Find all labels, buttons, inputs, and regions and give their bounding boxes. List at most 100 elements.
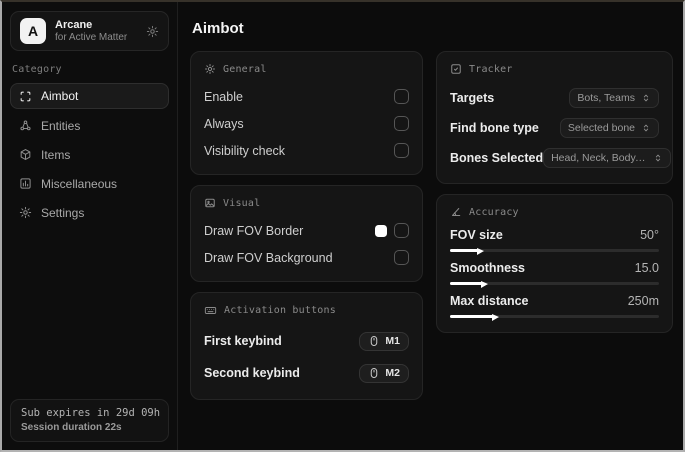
mouse-icon: [368, 335, 380, 347]
max-distance-slider[interactable]: [450, 314, 659, 321]
sidebar-item-label: Settings: [41, 205, 85, 220]
session-duration-text: Session duration 22s: [21, 422, 122, 433]
general-card: General Enable Always Visibility check: [190, 51, 423, 175]
image-icon: [204, 197, 216, 209]
app-name: Arcane: [55, 18, 93, 31]
setting-row-draw-fov-background: Draw FOV Background: [204, 246, 409, 269]
app-window: A Arcane for Active Matter Category Aimb…: [0, 0, 685, 452]
tracker-card: Tracker Targets Bots, Teams Find bone ty…: [436, 51, 673, 184]
setting-row-second-keybind: Second keybind M2: [204, 359, 409, 387]
slider-fill: [450, 248, 485, 255]
sidebar-item-entities[interactable]: Entities: [10, 113, 169, 138]
draw-fov-border-checkbox[interactable]: [394, 223, 409, 238]
fov-border-color-swatch[interactable]: [375, 224, 387, 237]
row-label: Visibility check: [204, 143, 286, 158]
slider-thumb[interactable]: [491, 314, 499, 321]
enable-checkbox[interactable]: [394, 89, 409, 104]
sidebar: A Arcane for Active Matter Category Aimb…: [2, 2, 178, 450]
scan-crosshair-icon: [19, 90, 32, 103]
visual-card: Visual Draw FOV Border Draw FOV Backgrou…: [190, 185, 423, 282]
chevrons-up-down-icon: [653, 153, 663, 163]
dropdown-value: Bots, Teams: [577, 92, 635, 104]
setting-row-bones-selected: Bones Selected Head, Neck, Body, Pe..: [450, 145, 672, 171]
row-label: First keybind: [204, 334, 282, 348]
accuracy-card-header: Accuracy: [450, 206, 659, 218]
bones-selected-dropdown[interactable]: Head, Neck, Body, Pe..: [543, 148, 672, 168]
row-label: Draw FOV Border: [204, 223, 304, 238]
accuracy-card: Accuracy FOV size 50° Smoothness 15.0 Ma…: [436, 194, 673, 333]
keybind-value: M1: [385, 335, 400, 347]
sidebar-item-items[interactable]: Items: [10, 142, 169, 167]
smoothness-slider[interactable]: [450, 281, 659, 288]
sidebar-item-label: Aimbot: [41, 89, 79, 103]
misc-chart-icon: [19, 177, 32, 190]
fov-size-slider[interactable]: [450, 248, 659, 255]
row-label: Draw FOV Background: [204, 250, 333, 265]
find-bone-type-dropdown[interactable]: Selected bone: [559, 118, 659, 138]
tracker-card-header: Tracker: [450, 63, 659, 75]
setting-row-visibility-check: Visibility check: [204, 139, 409, 162]
sub-expires-text: Sub expires in 29d 09h: [21, 407, 161, 419]
row-label: Enable: [204, 89, 243, 104]
smoothness-setting: Smoothness 15.0: [450, 261, 659, 288]
slider-fill: [450, 281, 489, 288]
keybind-value: M2: [385, 367, 400, 379]
row-label: Targets: [450, 91, 495, 105]
main-content: Aimbot General Enable Always Visibility …: [178, 2, 683, 450]
slider-fill: [450, 314, 499, 321]
setting-row-first-keybind: First keybind M1: [204, 327, 409, 355]
row-label: Find bone type: [450, 121, 539, 135]
slider-thumb[interactable]: [481, 281, 489, 288]
row-label: FOV size: [450, 228, 503, 242]
target-icon: [450, 63, 462, 75]
fov-size-setting: FOV size 50°: [450, 228, 659, 255]
angle-icon: [450, 206, 462, 218]
keyboard-icon: [204, 304, 217, 317]
draw-fov-background-checkbox[interactable]: [394, 250, 409, 265]
setting-row-targets: Targets Bots, Teams: [450, 85, 659, 111]
setting-row-enable: Enable: [204, 85, 409, 108]
setting-row-always: Always: [204, 112, 409, 135]
slider-thumb[interactable]: [477, 248, 485, 255]
left-column: General Enable Always Visibility check V…: [190, 51, 423, 400]
dropdown-value: Head, Neck, Body, Pe..: [551, 152, 648, 164]
second-keybind-button[interactable]: M2: [359, 363, 409, 383]
dropdown-value: Selected bone: [567, 122, 635, 134]
cube-icon: [19, 148, 32, 161]
row-label: Always: [204, 116, 244, 131]
slider-value: 250m: [627, 294, 659, 308]
row-label: Second keybind: [204, 366, 300, 380]
card-header-label: General: [223, 63, 267, 75]
sidebar-item-settings[interactable]: Settings: [10, 200, 169, 225]
category-label: Category: [12, 64, 62, 75]
row-label: Bones Selected: [450, 151, 544, 165]
always-checkbox[interactable]: [394, 116, 409, 131]
slider-value: 15.0: [634, 261, 659, 275]
sidebar-item-label: Items: [41, 147, 71, 162]
visibility-check-checkbox[interactable]: [394, 143, 409, 158]
card-header-label: Activation buttons: [224, 305, 336, 316]
setting-row-find-bone-type: Find bone type Selected bone: [450, 115, 659, 141]
chevrons-up-down-icon: [641, 123, 651, 133]
app-header-card: A Arcane for Active Matter: [10, 11, 169, 51]
gear-icon[interactable]: [146, 25, 159, 38]
slider-value: 50°: [640, 228, 659, 242]
chevrons-up-down-icon: [641, 93, 651, 103]
first-keybind-button[interactable]: M1: [359, 331, 409, 351]
sidebar-item-aimbot[interactable]: Aimbot: [10, 83, 169, 109]
page-title: Aimbot: [192, 20, 244, 37]
row-label: Max distance: [450, 294, 529, 308]
sidebar-item-miscellaneous[interactable]: Miscellaneous: [10, 171, 169, 196]
card-header-label: Visual: [223, 197, 261, 209]
sidebar-item-label: Entities: [41, 118, 81, 133]
row-label: Smoothness: [450, 261, 526, 275]
activation-card-header: Activation buttons: [204, 304, 409, 317]
targets-dropdown[interactable]: Bots, Teams: [569, 88, 659, 108]
app-subtitle: for Active Matter: [55, 31, 128, 43]
card-header-label: Accuracy: [469, 206, 519, 218]
settings-gear-icon: [19, 206, 32, 219]
visual-card-header: Visual: [204, 197, 409, 209]
max-distance-setting: Max distance 250m: [450, 294, 659, 321]
app-meta: Arcane for Active Matter: [55, 19, 137, 43]
card-header-label: Tracker: [469, 63, 513, 75]
